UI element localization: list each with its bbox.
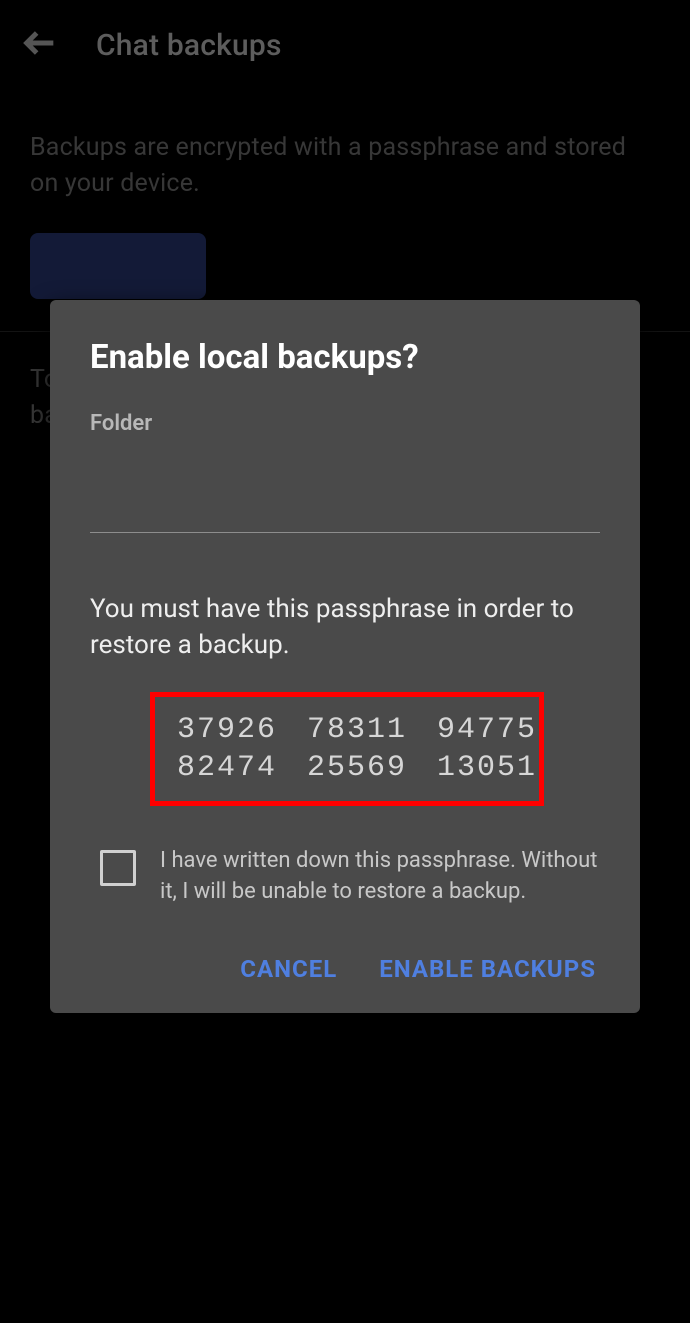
passphrase-group: 82474 bbox=[177, 751, 277, 785]
folder-label: Folder bbox=[90, 411, 600, 436]
passphrase-group: 78311 bbox=[307, 713, 407, 747]
passphrase-group: 13051 bbox=[437, 751, 537, 785]
passphrase-group: 25569 bbox=[307, 751, 407, 785]
passphrase-grid: 37926 78311 94775 82474 25569 13051 bbox=[177, 713, 517, 785]
passphrase-group: 37926 bbox=[177, 713, 277, 747]
passphrase-highlight-box: 37926 78311 94775 82474 25569 13051 bbox=[150, 692, 544, 806]
dialog-title: Enable local backups? bbox=[90, 338, 600, 377]
acknowledge-checkbox[interactable] bbox=[100, 850, 136, 886]
passphrase-group: 94775 bbox=[437, 713, 537, 747]
cancel-button[interactable]: Cancel bbox=[240, 955, 337, 983]
acknowledge-text: I have written down this passphrase. Wit… bbox=[160, 846, 600, 908]
enable-backups-button[interactable]: Enable backups bbox=[379, 955, 596, 983]
dialog-actions: Cancel Enable backups bbox=[90, 955, 600, 983]
enable-local-backups-dialog: Enable local backups? Folder You must ha… bbox=[50, 300, 640, 1013]
passphrase-notice: You must have this passphrase in order t… bbox=[90, 591, 600, 664]
acknowledge-row: I have written down this passphrase. Wit… bbox=[90, 846, 600, 908]
folder-field[interactable] bbox=[90, 442, 600, 533]
